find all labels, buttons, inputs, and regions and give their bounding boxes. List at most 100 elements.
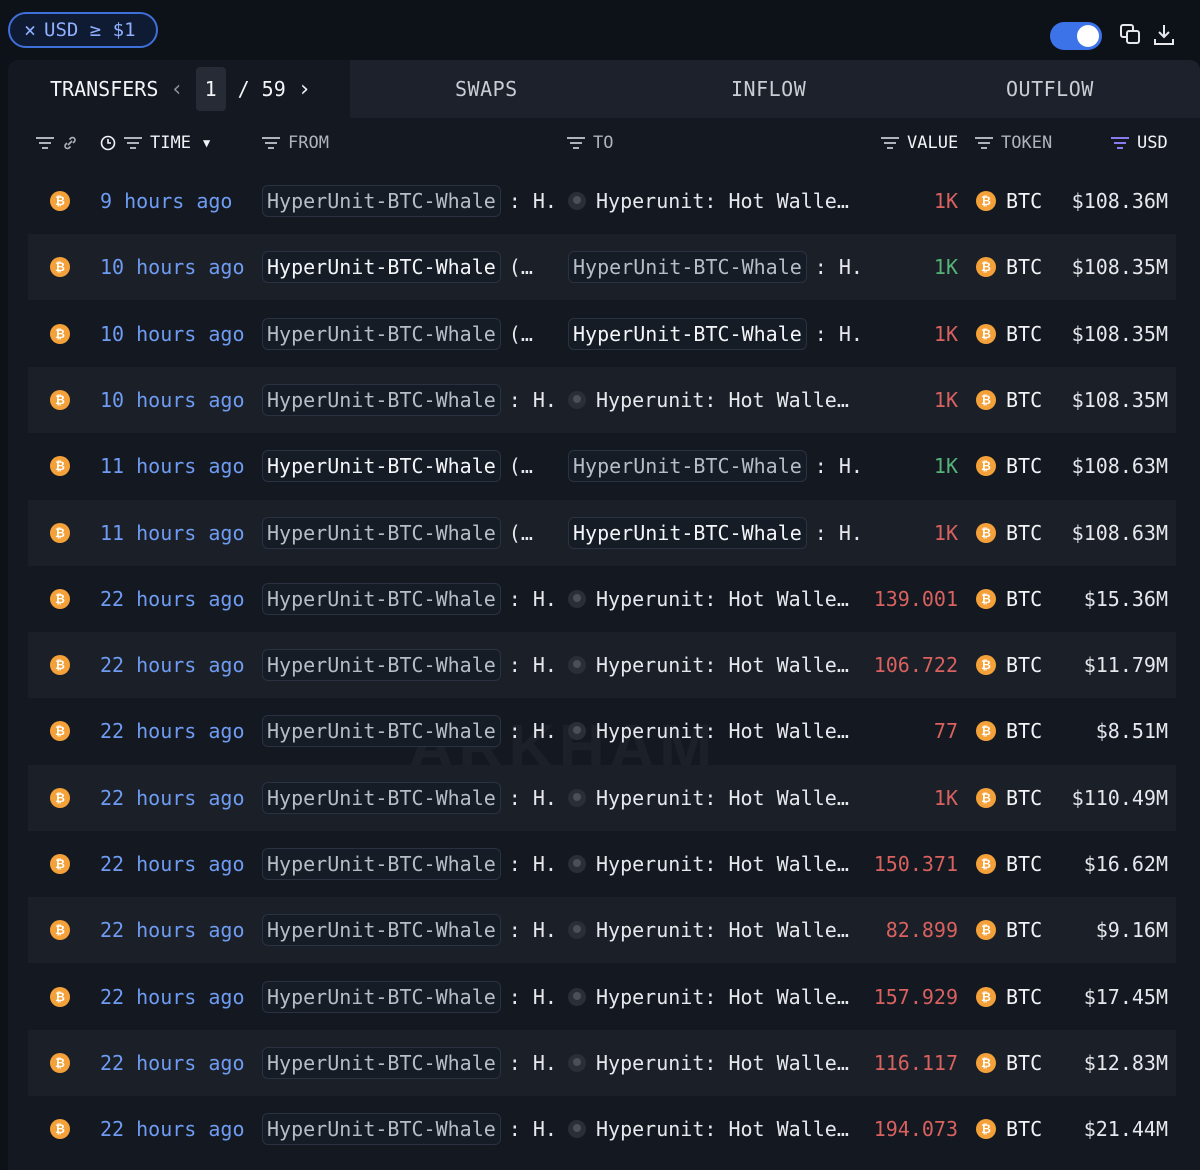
copy-icon[interactable]	[1118, 22, 1142, 48]
download-icon[interactable]	[1152, 22, 1176, 48]
from-entity[interactable]: HyperUnit-BTC-Whale	[262, 649, 501, 682]
to-entity[interactable]: HyperUnit-BTC-Whale	[568, 251, 807, 284]
token-cell[interactable]: ₿ BTC	[976, 234, 1042, 300]
to-address[interactable]: Hyperunit: Hot Walle…	[596, 985, 849, 1009]
from-entity[interactable]: HyperUnit-BTC-Whale	[262, 1046, 501, 1079]
to-address[interactable]: Hyperunit: Hot Walle…	[596, 1117, 849, 1141]
time-link[interactable]: 22 hours ago	[100, 632, 245, 698]
next-page-icon[interactable]: ›	[298, 77, 311, 102]
time-link[interactable]: 22 hours ago	[100, 1030, 245, 1096]
to-address[interactable]: Hyperunit: Hot Walle…	[596, 852, 849, 876]
table-row[interactable]: ₿ 22 hours ago HyperUnit-BTC-Whale : H. …	[28, 964, 1176, 1030]
from-entity[interactable]: HyperUnit-BTC-Whale	[262, 317, 501, 350]
table-row[interactable]: ₿ 9 hours ago HyperUnit-BTC-Whale : H. H…	[28, 168, 1176, 234]
to-address[interactable]: Hyperunit: Hot Walle…	[596, 653, 849, 677]
tab-transfers[interactable]: TRANSFERS ‹ 1 / 59 ›	[8, 60, 350, 118]
token-cell[interactable]: ₿ BTC	[976, 301, 1042, 367]
header-to[interactable]: TO	[567, 118, 613, 168]
from-entity[interactable]: HyperUnit-BTC-Whale	[262, 251, 501, 284]
token-cell[interactable]: ₿ BTC	[976, 500, 1042, 566]
from-entity[interactable]: HyperUnit-BTC-Whale	[262, 781, 501, 814]
header-from[interactable]: FROM	[262, 118, 329, 168]
from-entity[interactable]: HyperUnit-BTC-Whale	[262, 914, 501, 947]
time-link[interactable]: 10 hours ago	[100, 367, 245, 433]
tab-outflow[interactable]: OUTFLOW	[1006, 60, 1094, 118]
time-link[interactable]: 22 hours ago	[100, 765, 245, 831]
close-icon[interactable]: ×	[24, 18, 36, 42]
to-address[interactable]: Hyperunit: Hot Walle…	[596, 189, 849, 213]
table-row[interactable]: ₿ 22 hours ago HyperUnit-BTC-Whale : H. …	[28, 764, 1176, 831]
token-cell[interactable]: ₿ BTC	[976, 632, 1042, 698]
from-entity[interactable]: HyperUnit-BTC-Whale	[262, 383, 501, 416]
token-cell[interactable]: ₿ BTC	[976, 964, 1042, 1030]
to-entity[interactable]: HyperUnit-BTC-Whale	[568, 516, 807, 549]
time-link[interactable]: 10 hours ago	[100, 301, 245, 367]
to-entity[interactable]: HyperUnit-BTC-Whale	[568, 317, 807, 350]
token-cell[interactable]: ₿ BTC	[976, 168, 1042, 234]
to-address[interactable]: Hyperunit: Hot Walle…	[596, 918, 849, 942]
token-cell[interactable]: ₿ BTC	[976, 1096, 1042, 1162]
toggle-switch[interactable]	[1050, 22, 1102, 50]
time-link[interactable]: 22 hours ago	[100, 698, 245, 764]
table-row[interactable]: ₿ 22 hours ago HyperUnit-BTC-Whale : H. …	[28, 632, 1176, 699]
time-link[interactable]: 10 hours ago	[100, 234, 245, 300]
table-row[interactable]: ₿ 22 hours ago HyperUnit-BTC-Whale : H. …	[28, 1096, 1176, 1162]
from-entity[interactable]: HyperUnit-BTC-Whale	[262, 980, 501, 1013]
table-row[interactable]: ₿ 22 hours ago HyperUnit-BTC-Whale : H. …	[28, 1029, 1176, 1096]
tab-swaps[interactable]: SWAPS	[455, 60, 518, 118]
table-row[interactable]: ₿ 22 hours ago HyperUnit-BTC-Whale : H. …	[28, 566, 1176, 632]
to-address[interactable]: Hyperunit: Hot Walle…	[596, 719, 849, 743]
from-entity[interactable]: HyperUnit-BTC-Whale	[262, 185, 501, 217]
table-row[interactable]: ₿ 10 hours ago HyperUnit-BTC-Whale (… Hy…	[28, 234, 1176, 301]
current-page-input[interactable]: 1	[195, 67, 226, 111]
time-link[interactable]: 22 hours ago	[100, 1096, 245, 1162]
time-link[interactable]: 22 hours ago	[100, 964, 245, 1030]
from-entity[interactable]: HyperUnit-BTC-Whale	[262, 582, 501, 615]
from-entity[interactable]: HyperUnit-BTC-Whale	[262, 848, 501, 880]
header-usd[interactable]: USD	[1111, 118, 1168, 168]
to-address[interactable]: Hyperunit: Hot Walle…	[596, 786, 849, 810]
token-cell[interactable]: ₿ BTC	[976, 1030, 1042, 1096]
time-link[interactable]: 11 hours ago	[100, 433, 245, 499]
time-link[interactable]: 22 hours ago	[100, 831, 245, 897]
time-link[interactable]: 11 hours ago	[100, 500, 245, 566]
token-cell[interactable]: ₿ BTC	[976, 698, 1042, 764]
token-cell[interactable]: ₿ BTC	[976, 433, 1042, 499]
table-row[interactable]: ₿ 10 hours ago HyperUnit-BTC-Whale (… Hy…	[28, 301, 1176, 367]
value-amount: 157.929	[873, 984, 958, 1009]
to-entity[interactable]: HyperUnit-BTC-Whale	[568, 450, 807, 483]
to-address[interactable]: Hyperunit: Hot Walle…	[596, 388, 849, 412]
from-entity[interactable]: HyperUnit-BTC-Whale	[262, 715, 501, 748]
table-row[interactable]: ₿ 11 hours ago HyperUnit-BTC-Whale (… Hy…	[28, 433, 1176, 499]
usd-filter-chip[interactable]: × USD ≥ $1	[8, 12, 158, 48]
header-token[interactable]: TOKEN	[975, 118, 1052, 168]
header-value[interactable]: VALUE	[881, 118, 958, 168]
to-address[interactable]: Hyperunit: Hot Walle…	[596, 1051, 849, 1075]
table-row[interactable]: ₿ 10 hours ago HyperUnit-BTC-Whale : H. …	[28, 366, 1176, 433]
table-row[interactable]: ₿ 22 hours ago HyperUnit-BTC-Whale : H. …	[28, 698, 1176, 764]
to-address[interactable]: Hyperunit: Hot Walle…	[596, 587, 849, 611]
chevron-down-icon[interactable]: ▼	[203, 136, 210, 150]
header-filter-link[interactable]	[36, 118, 78, 168]
from-entity[interactable]: HyperUnit-BTC-Whale	[262, 450, 501, 483]
from-entity[interactable]: HyperUnit-BTC-Whale	[262, 516, 501, 549]
value-amount: 1K	[933, 255, 958, 280]
time-link[interactable]: 9 hours ago	[100, 168, 232, 234]
from-entity[interactable]: HyperUnit-BTC-Whale	[262, 1113, 501, 1146]
time-link[interactable]: 22 hours ago	[100, 897, 245, 963]
to-suffix: : H.	[814, 321, 863, 346]
prev-page-icon[interactable]: ‹	[170, 77, 183, 102]
to-suffix: : H.	[814, 520, 863, 545]
token-cell[interactable]: ₿ BTC	[976, 566, 1042, 632]
token-cell[interactable]: ₿ BTC	[976, 367, 1042, 433]
token-cell[interactable]: ₿ BTC	[976, 897, 1042, 963]
tab-inflow[interactable]: INFLOW	[731, 60, 806, 118]
time-link[interactable]: 22 hours ago	[100, 566, 245, 632]
token-cell[interactable]: ₿ BTC	[976, 831, 1042, 897]
token-cell[interactable]: ₿ BTC	[976, 765, 1042, 831]
filter-icon	[881, 137, 899, 149]
table-row[interactable]: ₿ 11 hours ago HyperUnit-BTC-Whale (… Hy…	[28, 499, 1176, 566]
table-row[interactable]: ₿ 22 hours ago HyperUnit-BTC-Whale : H. …	[28, 831, 1176, 897]
table-row[interactable]: ₿ 22 hours ago HyperUnit-BTC-Whale : H. …	[28, 897, 1176, 964]
header-time[interactable]: TIME ▼	[100, 118, 210, 168]
